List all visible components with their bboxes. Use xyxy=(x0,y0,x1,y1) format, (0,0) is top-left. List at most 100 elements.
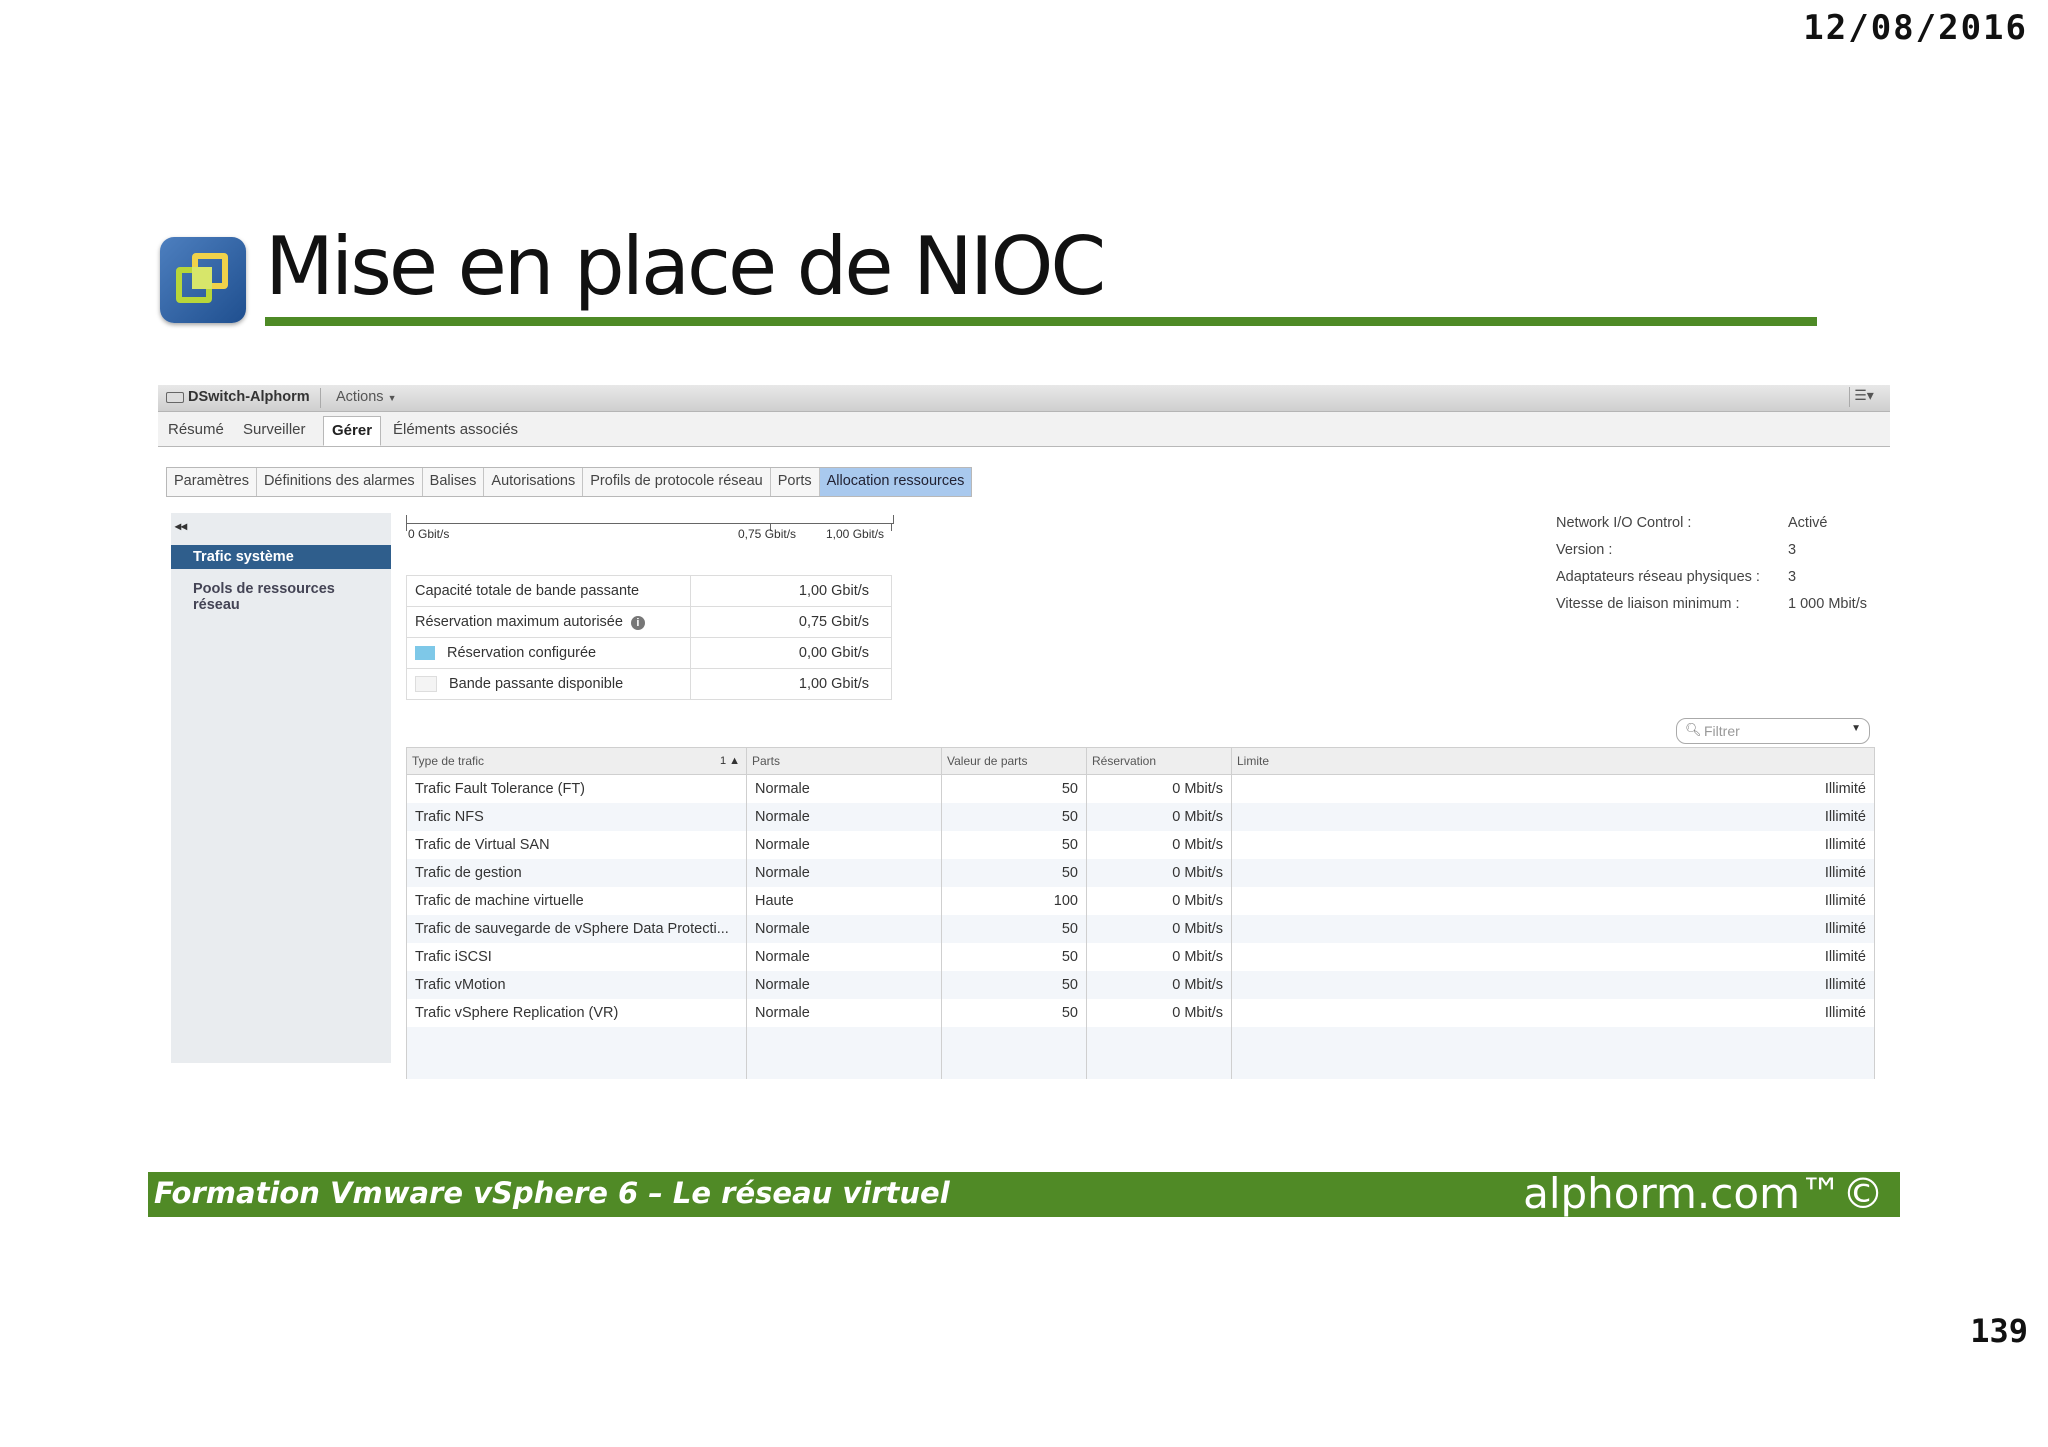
subtab-profils-protocole[interactable]: Profils de protocole réseau xyxy=(583,468,771,496)
traffic-table: Type de trafic 1 ▲ Parts Valeur de parts … xyxy=(406,747,1875,1079)
table-row[interactable]: Trafic NFS Normale 50 0 Mbit/s Illimité xyxy=(406,803,1875,831)
available-swatch xyxy=(415,676,437,693)
column-header-reservation[interactable]: Réservation xyxy=(1086,747,1232,775)
cell-shares: Normale xyxy=(746,915,942,943)
vsphere-logo-icon xyxy=(160,237,246,323)
bandwidth-label-total: 1,00 Gbit/s xyxy=(826,527,885,541)
cell-traffic-type: Trafic Fault Tolerance (FT) xyxy=(406,774,747,803)
capacity-table: Capacité totale de bande passante 1,00 G… xyxy=(406,575,892,700)
table-row[interactable]: Trafic de gestion Normale 50 0 Mbit/s Illimi… xyxy=(406,859,1875,887)
capacity-row: Réservation maximum autorisée i 0,75 Gbit… xyxy=(406,606,892,638)
nioc-properties: Network I/O Control : Activé Version : 3 A… xyxy=(1556,515,1886,623)
table-row[interactable]: Trafic de sauvegarde de vSphere Data Pro… xyxy=(406,915,1875,943)
subtab-definitions-alarmes[interactable]: Définitions des alarmes xyxy=(257,468,423,496)
property-value: Activé xyxy=(1788,515,1828,531)
sort-ascending-icon[interactable]: 1 ▲ xyxy=(720,755,740,767)
tab-resume[interactable]: Résumé xyxy=(168,421,224,438)
chevron-down-icon[interactable]: ▼ xyxy=(1851,723,1861,734)
page-number: 139 xyxy=(1970,1312,2028,1350)
cell-shares: Normale xyxy=(746,943,942,971)
toolbar-divider xyxy=(320,388,321,408)
subtab-ports[interactable]: Ports xyxy=(771,468,820,496)
slide-title: Mise en place de NIOC xyxy=(265,220,1106,313)
cell-traffic-type: Trafic NFS xyxy=(406,803,747,831)
table-row[interactable]: Trafic de Virtual SAN Normale 50 0 Mbit/s Il… xyxy=(406,831,1875,859)
column-header-limit[interactable]: Limite xyxy=(1231,747,1875,775)
switch-icon xyxy=(166,391,184,403)
cell-share-value: 50 xyxy=(941,943,1087,971)
table-row[interactable]: Trafic vMotion Normale 50 0 Mbit/s Illimité xyxy=(406,971,1875,999)
capacity-row: Réservation configurée 0,00 Gbit/s xyxy=(406,637,892,669)
tab-gerer[interactable]: Gérer xyxy=(323,416,382,446)
cell-limit: Illimité xyxy=(1231,803,1875,831)
cell-shares: Normale xyxy=(746,774,942,803)
property-row: Adaptateurs réseau physiques : 3 xyxy=(1556,569,1886,596)
tab-elements-associes[interactable]: Éléments associés xyxy=(393,421,518,438)
chevron-down-icon: ▼ xyxy=(387,393,397,403)
footer-banner: Formation Vmware vSphere 6 – Le réseau v… xyxy=(148,1169,1900,1218)
subtab-allocation-ressources[interactable]: Allocation ressources xyxy=(819,468,972,496)
capacity-label-cell: Bande passante disponible xyxy=(406,668,691,700)
property-row: Vitesse de liaison minimum : 1 000 Mbit/s xyxy=(1556,596,1886,623)
cell-share-value: 50 xyxy=(941,999,1087,1027)
sidebar-item-trafic-systeme[interactable]: Trafic système xyxy=(171,545,391,569)
property-key: Network I/O Control : xyxy=(1556,515,1692,531)
table-row[interactable]: Trafic vSphere Replication (VR) Normale 50… xyxy=(406,999,1875,1027)
table-row[interactable]: Trafic Fault Tolerance (FT) Normale 50 0 Mb… xyxy=(406,774,1875,803)
cell-traffic-type: Trafic vMotion xyxy=(406,971,747,999)
bandwidth-bar: 0 Gbit/s 0,75 Gbit/s 1,00 Gbit/s xyxy=(406,515,894,541)
cell-shares: Haute xyxy=(746,887,942,915)
cell-traffic-type: Trafic de gestion xyxy=(406,859,747,887)
property-value: 1 000 Mbit/s xyxy=(1788,596,1867,612)
property-value: 3 xyxy=(1788,542,1797,558)
column-header-parts[interactable]: Parts xyxy=(746,747,942,775)
collapse-icon[interactable]: ◂◂ xyxy=(175,519,187,533)
bandwidth-tick xyxy=(406,523,407,531)
cell-limit: Illimité xyxy=(1231,971,1875,999)
sidebar-item-pools-ressources[interactable]: Pools de ressources réseau xyxy=(171,577,351,617)
cell-limit: Illimité xyxy=(1231,859,1875,887)
table-row[interactable]: Trafic de machine virtuelle Haute 100 0 Mbi… xyxy=(406,887,1875,915)
cell-traffic-type: Trafic de Virtual SAN xyxy=(406,831,747,859)
filter-input[interactable]: 🔍︎ Filtrer ▼ xyxy=(1676,718,1870,744)
column-header-type[interactable]: Type de trafic 1 ▲ xyxy=(406,747,747,775)
capacity-row: Capacité totale de bande passante 1,00 G… xyxy=(406,575,892,607)
capacity-value: 1,00 Gbit/s xyxy=(690,575,892,607)
cell-limit: Illimité xyxy=(1231,774,1875,803)
cell-reservation: 0 Mbit/s xyxy=(1086,859,1232,887)
column-header-share-value[interactable]: Valeur de parts xyxy=(941,747,1087,775)
cell-share-value: 50 xyxy=(941,915,1087,943)
sub-tabs: Paramètres Définitions des alarmes Balis… xyxy=(166,467,973,497)
info-icon[interactable]: i xyxy=(630,616,645,630)
bandwidth-tick xyxy=(891,523,892,531)
property-key: Vitesse de liaison minimum : xyxy=(1556,596,1740,612)
cell-reservation: 0 Mbit/s xyxy=(1086,887,1232,915)
actions-menu[interactable]: Actions ▼ xyxy=(336,389,397,405)
reservation-swatch xyxy=(415,646,435,661)
cell-share-value: 100 xyxy=(941,887,1087,915)
bandwidth-label-max-reservation: 0,75 Gbit/s xyxy=(738,527,797,541)
cell-shares: Normale xyxy=(746,859,942,887)
cell-shares: Normale xyxy=(746,803,942,831)
table-row[interactable]: Trafic iSCSI Normale 50 0 Mbit/s Illimité xyxy=(406,943,1875,971)
cell-limit: Illimité xyxy=(1231,887,1875,915)
switch-name[interactable]: DSwitch-Alphorm xyxy=(166,389,310,405)
cell-shares: Normale xyxy=(746,999,942,1027)
capacity-label: Réservation maximum autorisée xyxy=(415,614,623,630)
cell-traffic-type: Trafic de machine virtuelle xyxy=(406,887,747,915)
list-menu-icon[interactable]: ☰▾ xyxy=(1849,387,1878,407)
cell-limit: Illimité xyxy=(1231,943,1875,971)
subtab-autorisations[interactable]: Autorisations xyxy=(484,468,584,496)
cell-share-value: 50 xyxy=(941,803,1087,831)
main-tabs: Résumé Surveiller Gérer Éléments associé… xyxy=(158,412,1890,447)
capacity-label-cell: Réservation maximum autorisée i xyxy=(406,606,691,638)
bandwidth-label-min: 0 Gbit/s xyxy=(408,527,450,541)
subtab-balises[interactable]: Balises xyxy=(423,468,485,496)
bandwidth-track xyxy=(406,515,894,524)
property-key: Adaptateurs réseau physiques : xyxy=(1556,569,1760,585)
cell-limit: Illimité xyxy=(1231,915,1875,943)
tab-surveiller[interactable]: Surveiller xyxy=(243,421,306,438)
subtab-parametres[interactable]: Paramètres xyxy=(167,468,257,496)
property-key: Version : xyxy=(1556,542,1613,558)
cell-shares: Normale xyxy=(746,831,942,859)
